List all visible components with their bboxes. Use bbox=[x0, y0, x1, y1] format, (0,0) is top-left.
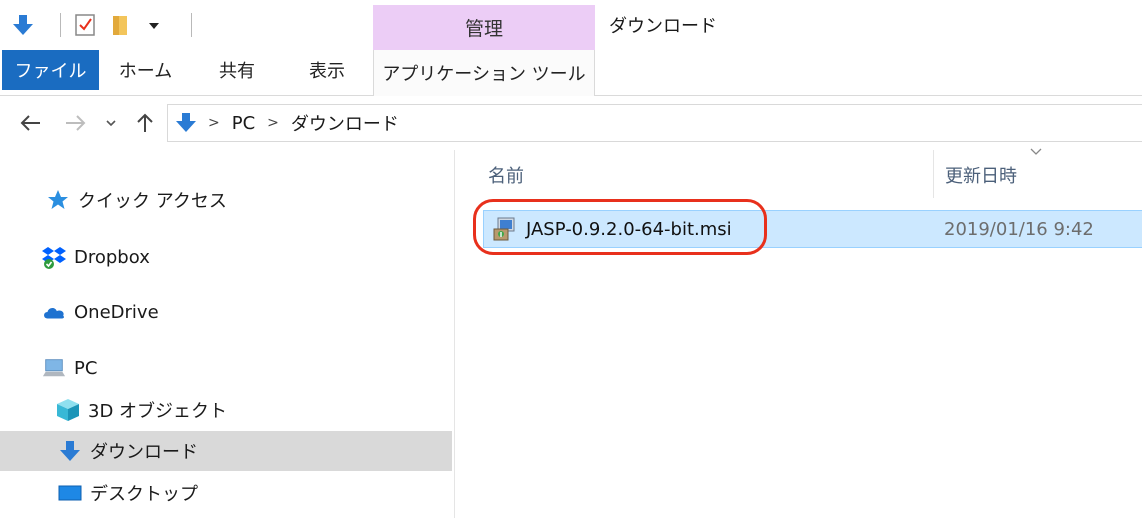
tab-home[interactable]: ホーム bbox=[99, 50, 192, 90]
cube-icon bbox=[56, 398, 80, 422]
up-arrow-icon[interactable] bbox=[132, 110, 158, 136]
file-date-modified: 2019/01/16 9:42 bbox=[944, 218, 1094, 240]
ribbon-tabs: ファイル ホーム 共有 表示 アプリケーション ツール bbox=[0, 50, 1142, 96]
column-header-date-modified[interactable]: 更新日時 bbox=[945, 150, 1017, 200]
nav-item-desktop[interactable]: デスクトップ bbox=[0, 473, 452, 513]
download-arrow-icon[interactable] bbox=[12, 13, 34, 37]
download-arrow-icon bbox=[176, 112, 196, 134]
nav-item-downloads[interactable]: ダウンロード bbox=[0, 431, 452, 471]
nav-item-label: クイック アクセス bbox=[78, 191, 227, 212]
download-arrow-icon bbox=[58, 439, 82, 463]
nav-item-quick-access[interactable]: クイック アクセス bbox=[0, 180, 452, 220]
address-bar[interactable]: > PC > ダウンロード bbox=[167, 104, 1142, 142]
cloud-icon bbox=[42, 300, 66, 324]
installer-package-icon bbox=[492, 216, 518, 242]
nav-item-label: ダウンロード bbox=[90, 442, 198, 463]
sort-chevron-icon bbox=[1030, 145, 1042, 159]
nav-item-dropbox[interactable]: Dropbox bbox=[0, 237, 452, 277]
nav-item-3d-objects[interactable]: 3D オブジェクト bbox=[0, 390, 452, 430]
new-folder-icon[interactable] bbox=[111, 13, 131, 37]
window-title: ダウンロード bbox=[609, 16, 717, 37]
nav-item-label: Dropbox bbox=[74, 246, 150, 268]
tab-share[interactable]: 共有 bbox=[192, 50, 282, 90]
file-name[interactable]: JASP-0.9.2.0-64-bit.msi bbox=[526, 219, 732, 240]
breadcrumb-separator-icon[interactable]: > bbox=[208, 115, 220, 131]
file-row[interactable]: JASP-0.9.2.0-64-bit.msi 2019/01/16 9:42 bbox=[483, 210, 1142, 248]
breadcrumb-separator-icon[interactable]: > bbox=[267, 115, 279, 131]
toolbar-separator bbox=[191, 13, 192, 37]
column-header-name[interactable]: 名前 bbox=[488, 150, 524, 200]
computer-icon bbox=[42, 356, 66, 380]
back-arrow-icon[interactable] bbox=[18, 110, 44, 136]
column-divider[interactable] bbox=[933, 150, 934, 198]
tab-view[interactable]: 表示 bbox=[282, 50, 372, 90]
toolbar-separator bbox=[60, 13, 61, 37]
quick-access-toolbar bbox=[0, 0, 373, 50]
nav-item-label: デスクトップ bbox=[90, 484, 198, 505]
forward-arrow-icon[interactable] bbox=[62, 110, 88, 136]
customize-dropdown-icon[interactable] bbox=[147, 18, 161, 32]
recent-locations-chevron-icon[interactable] bbox=[98, 110, 124, 136]
tab-file[interactable]: ファイル bbox=[2, 50, 99, 90]
contextual-tab-group-manage: 管理 bbox=[373, 5, 595, 50]
breadcrumb-pc[interactable]: PC bbox=[232, 113, 255, 134]
star-icon bbox=[46, 188, 70, 212]
nav-item-onedrive[interactable]: OneDrive bbox=[0, 292, 452, 332]
navigation-pane: クイック アクセス Dropbox OneDrive PC 3D オブジェクト … bbox=[0, 150, 455, 518]
breadcrumb-downloads[interactable]: ダウンロード bbox=[291, 110, 399, 136]
properties-checklist-icon[interactable] bbox=[75, 13, 95, 37]
tab-application-tools[interactable]: アプリケーション ツール bbox=[373, 50, 595, 96]
nav-item-label: OneDrive bbox=[74, 301, 159, 323]
nav-item-pc[interactable]: PC bbox=[0, 348, 452, 388]
desktop-icon bbox=[58, 481, 82, 505]
dropbox-icon bbox=[42, 245, 66, 269]
nav-item-label: PC bbox=[74, 357, 98, 379]
nav-item-label: 3D オブジェクト bbox=[88, 401, 228, 422]
